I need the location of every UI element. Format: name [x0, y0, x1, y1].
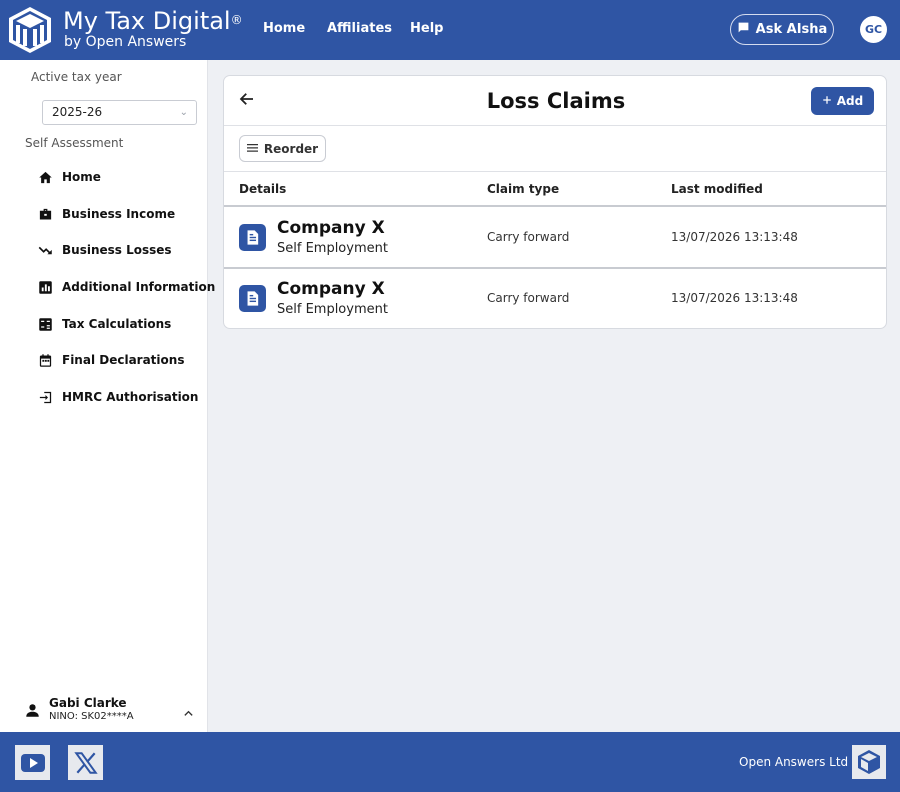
chevron-down-icon: ⌄	[179, 107, 188, 118]
user-name: Gabi Clarke	[49, 696, 127, 710]
nav-affiliates[interactable]: Affiliates	[327, 20, 392, 38]
footer-company: Open Answers Ltd	[739, 755, 849, 769]
sidebar-item-home[interactable]: Home	[38, 165, 101, 189]
sidebar-item-business-income[interactable]: Business Income	[38, 202, 175, 226]
row-last-modified: 13/07/2026 13:13:48	[671, 230, 798, 244]
section-label: Self Assessment	[25, 136, 124, 150]
ask-aisha-button[interactable]: Ask AIsha	[730, 14, 834, 45]
youtube-icon[interactable]	[15, 745, 50, 780]
calculator-icon	[38, 317, 53, 332]
page-title: Loss Claims	[486, 89, 626, 113]
add-label: Add	[836, 94, 864, 108]
login-icon	[38, 390, 53, 405]
footer: Open Answers Ltd	[0, 732, 900, 792]
sidebar-item-hmrc-authorisation[interactable]: HMRC Authorisation	[38, 385, 198, 409]
divider	[224, 171, 886, 172]
document-icon	[239, 224, 266, 251]
sidebar-item-label: Business Income	[62, 207, 176, 221]
sidebar-item-additional-information[interactable]: Additional Information	[38, 275, 215, 299]
sidebar: Active tax year 2025-26 ⌄ Self Assessmen…	[0, 60, 215, 732]
row-subtitle: Self Employment	[277, 241, 388, 256]
tax-year-label: Active tax year	[31, 70, 122, 84]
briefcase-icon	[38, 207, 53, 222]
brand-title[interactable]: My Tax Digital®	[63, 6, 243, 36]
table-row[interactable]: Company X Self Employment Carry forward …	[224, 268, 886, 328]
user-nino: NINO: SK02****A	[49, 711, 134, 722]
sidebar-item-label: Home	[62, 170, 101, 184]
row-claim-type: Carry forward	[487, 291, 570, 305]
nav-home[interactable]: Home	[263, 20, 305, 38]
sidebar-item-label: Business Losses	[62, 243, 172, 257]
row-title: Company X	[277, 279, 385, 299]
chat-icon	[737, 21, 750, 38]
sidebar-item-tax-calculations[interactable]: Tax Calculations	[38, 312, 171, 336]
person-icon	[25, 703, 40, 722]
column-header-details[interactable]: Details	[239, 182, 286, 196]
brand-logo-icon[interactable]	[6, 5, 54, 55]
add-button[interactable]: Add	[811, 87, 874, 115]
table-row[interactable]: Company X Self Employment Carry forward …	[224, 207, 886, 267]
home-icon	[38, 170, 53, 185]
brand-subtitle: by Open Answers	[64, 34, 187, 50]
chevron-up-icon[interactable]	[183, 704, 194, 723]
row-last-modified: 13/07/2026 13:13:48	[671, 291, 798, 305]
sidebar-item-label: Tax Calculations	[62, 317, 172, 331]
reorder-label: Reorder	[263, 141, 319, 156]
sidebar-item-label: Additional Information	[62, 280, 216, 294]
row-claim-type: Carry forward	[487, 230, 570, 244]
reorder-button[interactable]: Reorder	[239, 135, 326, 162]
user-menu[interactable]: Gabi Clarke NINO: SK02****A	[24, 696, 200, 726]
row-subtitle: Self Employment	[277, 302, 388, 317]
divider	[224, 125, 886, 126]
sidebar-item-label: Final Declarations	[62, 353, 185, 367]
ask-aisha-label: Ask AIsha	[755, 22, 828, 37]
column-header-claim-type[interactable]: Claim type	[487, 182, 559, 196]
sidebar-item-label: HMRC Authorisation	[62, 390, 199, 404]
tax-year-value: 2025-26	[52, 105, 103, 119]
plus-icon	[822, 94, 832, 108]
open-answers-logo-icon[interactable]	[852, 745, 886, 779]
calendar-icon	[38, 353, 53, 368]
loss-claims-card: Loss Claims Add Reorder Details Claim ty…	[223, 75, 887, 329]
trending-down-icon	[38, 243, 53, 258]
top-bar: My Tax Digital® by Open Answers Home Aff…	[0, 0, 900, 60]
row-title: Company X	[277, 218, 385, 238]
sidebar-item-final-declarations[interactable]: Final Declarations	[38, 348, 184, 372]
bar-chart-icon	[38, 280, 53, 295]
user-avatar[interactable]: GC	[860, 16, 887, 43]
sidebar-item-business-losses[interactable]: Business Losses	[38, 238, 172, 262]
nav-help[interactable]: Help	[410, 20, 443, 38]
x-twitter-icon[interactable]	[68, 745, 103, 780]
tax-year-select[interactable]: 2025-26 ⌄	[42, 100, 197, 125]
document-icon	[239, 285, 266, 312]
menu-lines-icon	[246, 142, 258, 156]
column-header-last-modified[interactable]: Last modified	[671, 182, 763, 196]
